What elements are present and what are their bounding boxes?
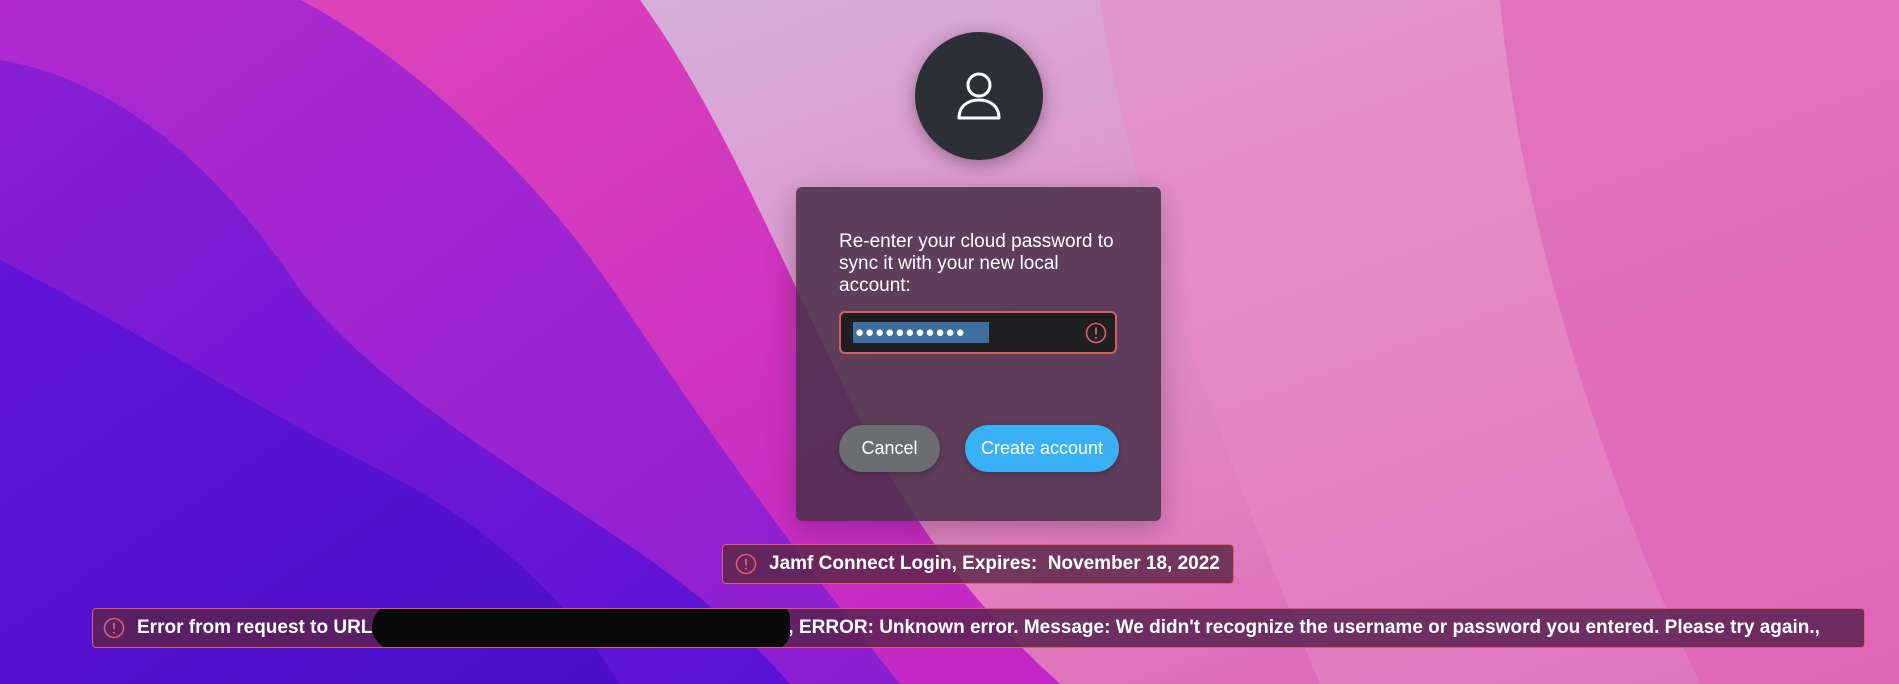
login-error-banner: Error from request to URL , ERROR: Unkno… [92,608,1865,648]
error-message: , ERROR: Unknown error. Message: We didn… [788,617,1820,638]
expiry-text: Jamf Connect Login, Expires: November 18… [769,553,1220,574]
create-account-button[interactable]: Create account [965,425,1119,472]
password-input[interactable]: ●●●●●●●●●●● [839,311,1117,354]
user-silhouette-icon [957,72,1001,120]
password-masked-value[interactable]: ●●●●●●●●●●● [853,322,989,343]
warning-icon [1085,322,1107,344]
warning-icon [735,553,757,575]
dialog-prompt: Re-enter your cloud password to sync it … [839,231,1114,296]
user-avatar [915,32,1043,160]
error-icon [103,617,125,639]
sync-password-dialog: Re-enter your cloud password to sync it … [796,187,1161,521]
redacted-url [372,609,791,647]
error-prefix: Error from request to URL [137,617,373,638]
cancel-button[interactable]: Cancel [839,425,940,472]
license-expiry-notice: Jamf Connect Login, Expires: November 18… [722,544,1234,584]
